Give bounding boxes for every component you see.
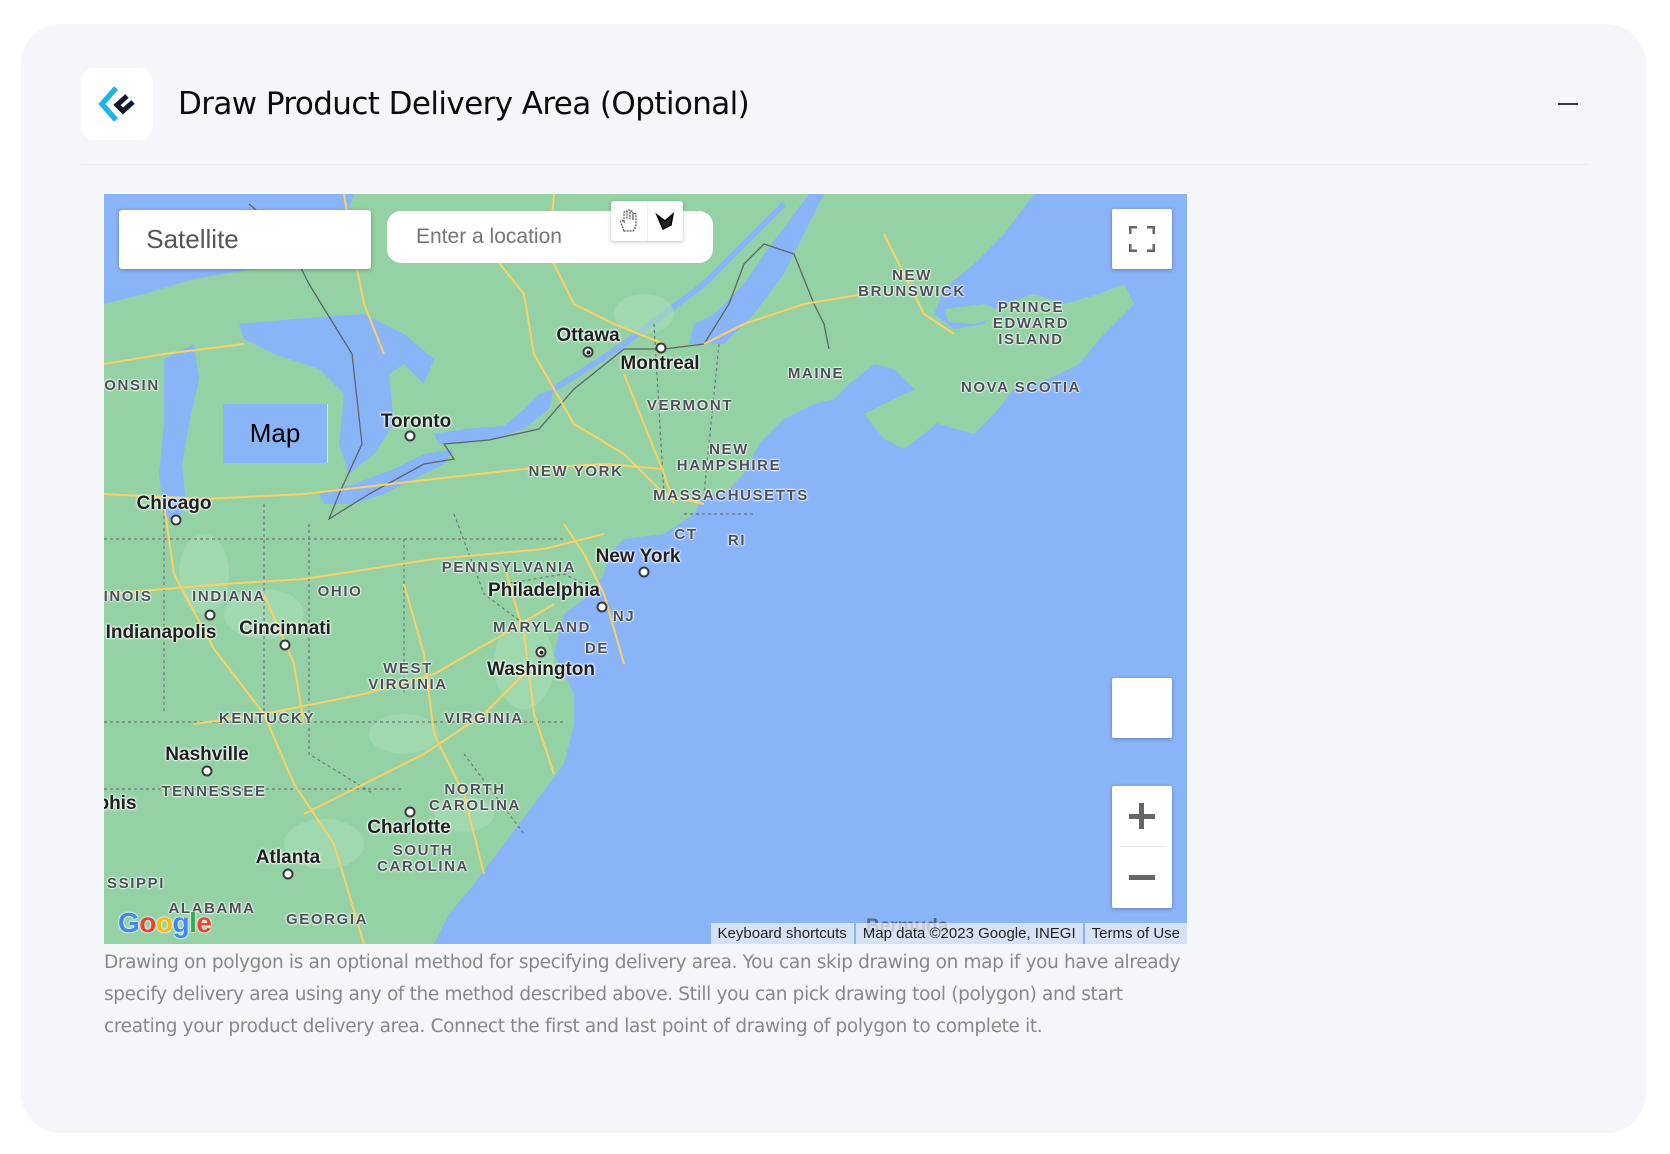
map-type-map-button[interactable]: Map	[223, 404, 328, 463]
terms-of-use-link[interactable]: Terms of Use	[1084, 923, 1187, 944]
polygon-tool-button[interactable]	[646, 201, 684, 241]
fullscreen-button[interactable]	[1112, 209, 1172, 269]
fullscreen-icon	[1129, 226, 1155, 252]
pan-tool-button[interactable]	[611, 201, 647, 241]
header-divider	[81, 164, 1587, 165]
city-marker	[582, 346, 594, 358]
city-marker	[655, 342, 667, 354]
city-marker	[279, 639, 291, 651]
keyboard-shortcuts-link[interactable]: Keyboard shortcuts	[710, 923, 854, 944]
city-marker	[404, 806, 416, 818]
city-marker	[201, 765, 213, 777]
section-title: Draw Product Delivery Area (Optional)	[178, 86, 750, 122]
location-search-input[interactable]	[414, 224, 618, 250]
zoom-control	[1112, 786, 1172, 908]
delivery-area-map[interactable]: ONSINMICHIGANNEW YORKVERMONTNEWHAMPSHIRE…	[104, 194, 1187, 944]
google-logo: Google	[118, 907, 212, 938]
brand-chevron-logo-icon	[98, 86, 135, 122]
city-marker	[535, 646, 547, 658]
zoom-out-button[interactable]	[1112, 847, 1172, 907]
map-attribution: Keyboard shortcuts Map data ©2023 Google…	[709, 923, 1187, 944]
delivery-area-description: Drawing on polygon is an optional method…	[104, 952, 1181, 1037]
map-data-attribution: Map data ©2023 Google, INEGI	[855, 923, 1083, 944]
collapse-button[interactable]	[1556, 94, 1580, 114]
zoom-in-button[interactable]	[1112, 786, 1172, 846]
hand-icon	[619, 209, 637, 232]
city-marker	[596, 601, 608, 613]
city-marker	[404, 430, 416, 442]
section-logo	[81, 68, 153, 140]
city-marker	[170, 514, 182, 526]
map-type-satellite-button[interactable]: Satellite	[119, 210, 266, 269]
drawing-toolbar	[611, 201, 683, 241]
city-marker	[638, 566, 650, 578]
map-type-control: Map Satellite	[119, 210, 371, 463]
city-marker	[282, 868, 294, 880]
city-marker	[204, 609, 216, 621]
polygon-icon	[655, 212, 675, 231]
street-view-pegman-button[interactable]	[1112, 678, 1172, 738]
